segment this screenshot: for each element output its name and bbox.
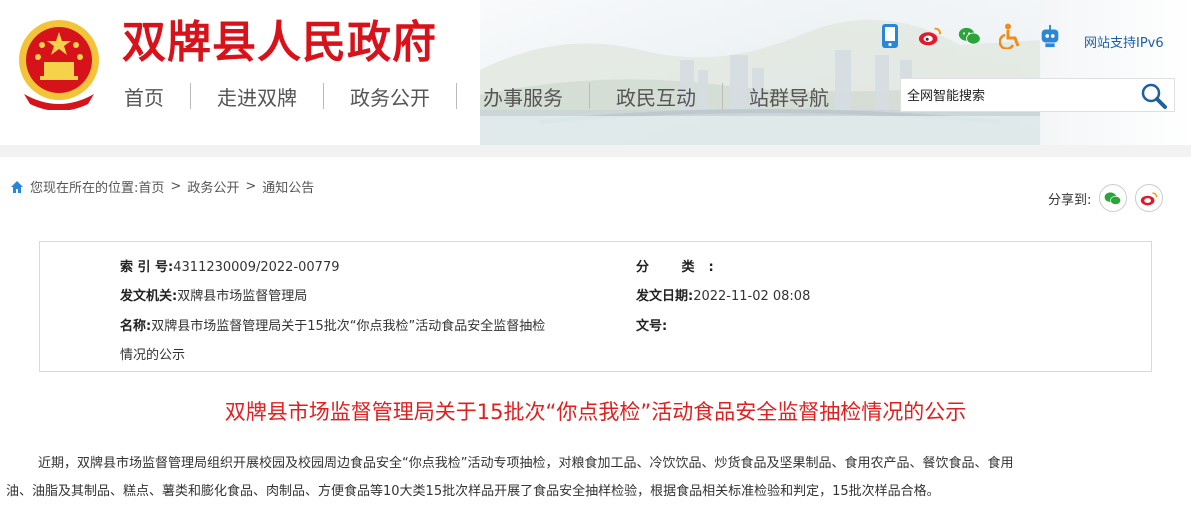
document-meta-box: 索 引 号:4311230009/2022-00779 分 类: 发文机关:双牌… [39, 241, 1152, 372]
breadcrumb-separator: > [245, 179, 257, 194]
breadcrumb-item-home[interactable]: 首页 [138, 177, 164, 196]
meta-date: 发文日期:2022-11-02 08:08 [636, 285, 810, 304]
share-wechat-button[interactable] [1099, 184, 1128, 212]
nav-about[interactable]: 走进双牌 [191, 82, 323, 111]
robot-icon[interactable] [1038, 22, 1062, 50]
meta-name-continuation: 情况的公示 [120, 348, 186, 363]
article-body: 近期，双牌县市场监督管理局组织开展校园及校园周边食品安全“你点我检”活动专项抽检… [6, 450, 1188, 506]
article-title: 双牌县市场监督管理局关于15批次“你点我检”活动食品安全监督抽检情况的公示 [224, 400, 967, 424]
site-header: 双牌县人民政府 首页 走进双牌 政务公开 办事服务 政民互动 站群导航 网站支持… [0, 0, 1191, 145]
search-button[interactable] [1140, 82, 1168, 110]
nav-home[interactable]: 首页 [122, 82, 190, 111]
search-box [900, 78, 1175, 112]
meta-docno: 文号: [636, 315, 667, 334]
wechat-icon [1105, 191, 1122, 205]
meta-index-label: 索 引 号: [120, 260, 174, 275]
meta-category-label: 分 类: [636, 260, 728, 275]
main-nav: 首页 走进双牌 政务公开 办事服务 政民互动 站群导航 [122, 80, 855, 112]
breadcrumb-item-gov-affairs[interactable]: 政务公开 [187, 177, 239, 196]
nav-services[interactable]: 办事服务 [457, 82, 589, 111]
mobile-icon[interactable] [878, 22, 902, 50]
breadcrumb: 您现在所在的位置: 首页 > 政务公开 > 通知公告 [10, 177, 314, 196]
top-icon-bar [878, 22, 1078, 50]
home-icon [11, 180, 23, 193]
share-label: 分享到: [1048, 192, 1092, 208]
share-bar: 分享到: [1048, 184, 1164, 212]
accessibility-icon[interactable] [998, 22, 1022, 50]
meta-date-value: 2022-11-02 08:08 [693, 289, 811, 304]
weibo-icon [1141, 191, 1158, 205]
meta-name: 名称:双牌县市场监督管理局关于15批次“你点我检”活动食品安全监督抽检 [120, 315, 545, 334]
nav-interaction[interactable]: 政民互动 [590, 82, 722, 111]
meta-issuer-value: 双牌县市场监督管理局 [177, 289, 308, 304]
wechat-icon[interactable] [958, 22, 982, 50]
meta-issuer: 发文机关:双牌县市场监督管理局 [120, 285, 307, 304]
breadcrumb-separator: > [170, 179, 182, 194]
article-paragraph-line: 油、油脂及其制品、糕点、薯类和膨化食品、肉制品、方便食品等10大类15批次样品开… [6, 484, 940, 499]
meta-docno-label: 文号: [636, 319, 668, 334]
meta-issuer-label: 发文机关: [120, 289, 178, 304]
share-weibo-button[interactable] [1135, 184, 1164, 212]
breadcrumb-prefix: 您现在所在的位置: [30, 181, 139, 196]
breadcrumb-bar: 您现在所在的位置: 首页 > 政务公开 > 通知公告 分享到: [0, 157, 1191, 217]
meta-date-label: 发文日期: [636, 289, 694, 304]
ipv6-support-link[interactable]: 网站支持IPv6 [1084, 32, 1164, 51]
meta-name-label: 名称: [120, 319, 152, 334]
header-divider [0, 145, 1191, 157]
national-emblem-logo [19, 20, 99, 110]
meta-category: 分 类: [636, 256, 728, 275]
site-title[interactable]: 双牌县人民政府 [122, 6, 437, 70]
meta-index-value: 4311230009/2022-00779 [173, 260, 340, 275]
nav-site-group[interactable]: 站群导航 [723, 82, 855, 111]
weibo-icon[interactable] [918, 22, 942, 50]
breadcrumb-item-notices[interactable]: 通知公告 [262, 177, 314, 196]
search-icon [1141, 83, 1167, 109]
nav-gov-affairs[interactable]: 政务公开 [324, 82, 456, 111]
meta-name-value: 双牌县市场监督管理局关于15批次“你点我检”活动食品安全监督抽检 [151, 319, 546, 334]
search-input[interactable] [907, 86, 1127, 106]
meta-index: 索 引 号:4311230009/2022-00779 [120, 256, 340, 275]
article-paragraph-line: 近期，双牌县市场监督管理局组织开展校园及校园周边食品安全“你点我检”活动专项抽检… [38, 456, 1014, 471]
